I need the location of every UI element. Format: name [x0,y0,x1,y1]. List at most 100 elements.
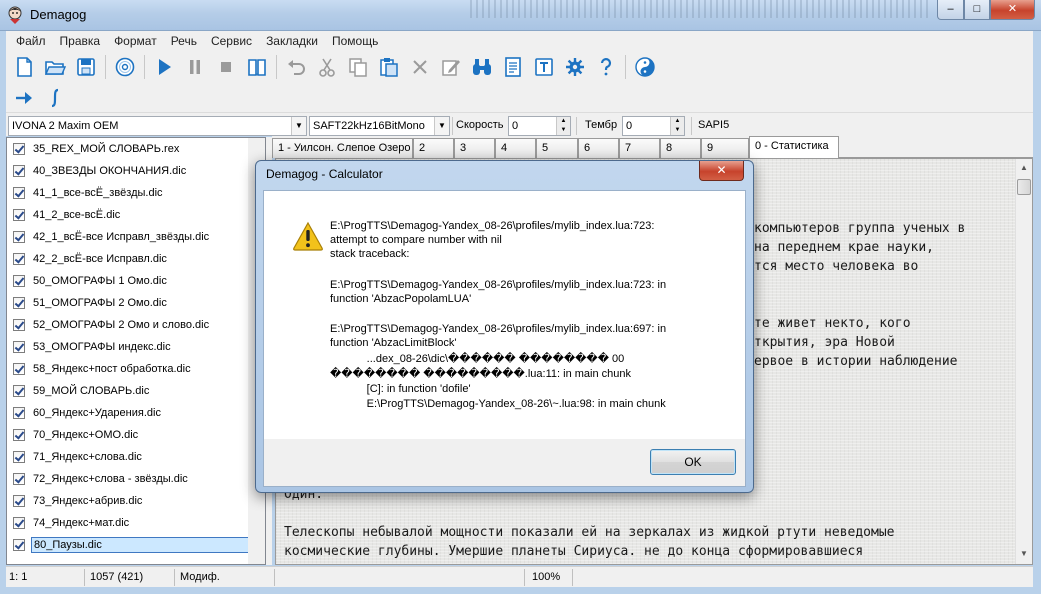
help-icon[interactable] [592,53,620,81]
list-item[interactable]: 73_Яндекс+абрив.dic [9,491,249,511]
tab-1[interactable]: 1 - Уилсон. Слепое Озеро [272,138,413,158]
tab-3[interactable]: 3 [454,138,495,158]
list-item[interactable]: 53_ОМОГРАФЫ индекс.dic [9,337,249,357]
list-item[interactable]: 35_REX_МОЙ СЛОВАРЬ.rex [9,139,249,159]
list-item[interactable]: 58_Яндекс+пост обработка.dic [9,359,249,379]
arrow-right-icon[interactable] [10,84,38,112]
checkbox[interactable] [13,209,25,221]
tab-statistics[interactable]: 0 - Статистика [749,136,839,159]
tab-5[interactable]: 5 [536,138,578,158]
text-scrollbar[interactable]: ▲ ▼ [1015,159,1032,564]
text-line: ервое в истории наблюдение [754,354,958,369]
list-item[interactable]: 60_Яндекс+Ударения.dic [9,403,249,423]
error-message: E:\ProgTTS\Demagog-Yandex_08-26\profiles… [330,279,667,291]
book-icon[interactable] [243,53,271,81]
menu-speech[interactable]: Речь [163,34,203,48]
integral-icon[interactable] [41,84,69,112]
checkbox[interactable] [13,143,25,155]
text-line: ткрытия, эра Новой [754,335,895,350]
list-item[interactable]: 50_ОМОГРАФЫ 1 Омо.dic [9,271,249,291]
pause-icon[interactable] [181,53,209,81]
checkbox[interactable] [13,451,25,463]
checkbox[interactable] [13,319,25,331]
list-item[interactable]: 74_Яндекс+мат.dic [9,513,249,533]
cut-icon[interactable] [313,53,341,81]
list-item[interactable]: 41_2_все-всЁ.dic [9,205,249,225]
list-item[interactable]: 71_Яндекс+слова.dic [9,447,249,467]
new-file-icon[interactable] [10,53,38,81]
text-icon[interactable] [530,53,558,81]
close-button[interactable]: ✕ [990,0,1035,20]
checkbox[interactable] [13,539,25,551]
minimize-button[interactable]: – [937,0,964,20]
list-item[interactable]: 42_1_всЁ-все Исправл_звёзды.dic [9,227,249,247]
checkbox[interactable] [13,341,25,353]
tab-2[interactable]: 2 [413,138,454,158]
menu-help[interactable]: Помощь [324,34,384,48]
checkbox[interactable] [13,275,25,287]
open-folder-icon[interactable] [41,53,69,81]
tab-4[interactable]: 4 [495,138,536,158]
error-message: [C]: in function 'dofile' [330,383,471,395]
checkbox[interactable] [13,407,25,419]
list-item[interactable]: 52_ОМОГРАФЫ 2 Омо и слово.dic [9,315,249,335]
tab-8[interactable]: 8 [660,138,701,158]
speed-label: Скорость [456,119,504,131]
undo-icon[interactable] [282,53,310,81]
tab-6[interactable]: 6 [578,138,619,158]
stop-icon[interactable] [212,53,240,81]
checkbox[interactable] [13,187,25,199]
maximize-button[interactable]: □ [964,0,990,20]
document-icon[interactable] [499,53,527,81]
list-item-selected[interactable]: 80_Паузы.dic [9,535,249,555]
list-item[interactable]: 59_МОЙ СЛОВАРЬ.dic [9,381,249,401]
list-item[interactable]: 40_ЗВЕЗДЫ ОКОНЧАНИЯ.dic [9,161,249,181]
scroll-down-icon[interactable]: ▼ [1016,545,1032,562]
spinner-arrows-icon[interactable]: ▲ ▼ [670,117,684,135]
list-item[interactable]: 70_Яндекс+ОМО.dic [9,425,249,445]
settings-icon[interactable] [561,53,589,81]
scroll-thumb[interactable] [1017,179,1031,195]
separator [174,569,175,586]
checkbox[interactable] [13,231,25,243]
spinner-arrows-icon[interactable]: ▲ ▼ [556,117,570,135]
dialog-close-button[interactable]: ✕ [699,161,744,181]
speed-spinner[interactable]: 0 ▲ ▼ [508,116,571,136]
checkbox[interactable] [13,429,25,441]
cd-icon[interactable] [111,53,139,81]
voice-select[interactable]: IVONA 2 Maxim OEM ▼ [8,116,307,136]
checkbox[interactable] [13,165,25,177]
yin-yang-icon[interactable] [631,53,659,81]
save-icon[interactable] [72,53,100,81]
delete-icon[interactable] [406,53,434,81]
menu-bookmarks[interactable]: Закладки [258,34,324,48]
status-bar: 1: 1 1057 (421) Модиф. 100% [6,566,1033,587]
list-item[interactable]: 41_1_все-всЁ_звёзды.dic [9,183,249,203]
checkbox[interactable] [13,253,25,265]
list-item[interactable]: 42_2_всЁ-все Исправл.dic [9,249,249,269]
menu-edit[interactable]: Правка [52,34,107,48]
paste-icon[interactable] [375,53,403,81]
menu-service[interactable]: Сервис [203,34,258,48]
tab-7[interactable]: 7 [619,138,660,158]
checkbox[interactable] [13,385,25,397]
menu-file[interactable]: Файл [8,34,52,48]
checkbox[interactable] [13,517,25,529]
edit-icon[interactable] [437,53,465,81]
play-icon[interactable] [150,53,178,81]
find-icon[interactable] [468,53,496,81]
checkbox[interactable] [13,473,25,485]
checkbox[interactable] [13,297,25,309]
tab-9[interactable]: 9 [701,138,749,158]
audio-format-select[interactable]: SAFT22kHz16BitMono ▼ [309,116,450,136]
timbre-spinner[interactable]: 0 ▲ ▼ [622,116,685,136]
ok-button[interactable]: OK [650,449,736,475]
copy-icon[interactable] [344,53,372,81]
checkbox[interactable] [13,495,25,507]
char-count: 1057 (421) [90,571,144,583]
scroll-up-icon[interactable]: ▲ [1016,159,1032,176]
list-item[interactable]: 51_ОМОГРАФЫ 2 Омо.dic [9,293,249,313]
menu-format[interactable]: Формат [106,34,163,48]
checkbox[interactable] [13,363,25,375]
list-item[interactable]: 72_Яндекс+слова - звёзды.dic [9,469,249,489]
